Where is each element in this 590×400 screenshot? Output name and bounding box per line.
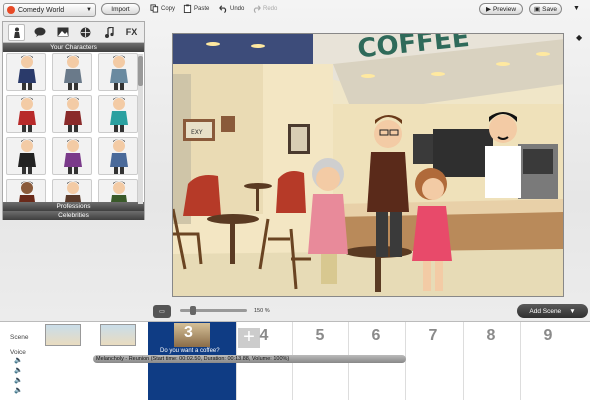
character-thumbnail[interactable] <box>98 95 138 133</box>
scene-number[interactable]: 5 <box>292 327 348 345</box>
speaker-icon: 🔈 <box>14 367 23 374</box>
zoom-slider[interactable] <box>180 306 247 315</box>
camera-button[interactable]: ▭ <box>153 305 171 318</box>
scene-number-selected: 3 <box>184 324 193 341</box>
character-icon[interactable] <box>8 23 25 41</box>
voice-row-label: Voice <box>10 349 26 356</box>
paste-icon <box>183 4 192 13</box>
prop-icon[interactable] <box>77 24 94 41</box>
character-figure-icon <box>65 181 81 202</box>
copy-button[interactable]: Copy <box>150 4 175 13</box>
character-figure-icon <box>64 55 82 90</box>
camera-icon: ▭ <box>159 309 165 315</box>
speaker-icon: 🔈 <box>14 387 23 394</box>
character-thumbnail[interactable] <box>52 95 92 133</box>
add-scene-label: Add Scene <box>529 307 562 315</box>
redo-icon <box>253 5 261 13</box>
undo-button[interactable]: Undo <box>219 4 244 13</box>
character-figure-icon <box>64 97 82 132</box>
character-thumbnail[interactable] <box>98 53 138 91</box>
preview-label: Preview <box>492 5 517 13</box>
coffee-shop-scene: COFFEE EXY <box>173 34 563 296</box>
character-thumbnail[interactable] <box>6 53 46 91</box>
character-thumbnail[interactable] <box>52 53 92 91</box>
speaker-icon: 🔈 <box>14 357 23 364</box>
character-figure-icon <box>18 55 36 90</box>
character-thumbnail[interactable] <box>98 179 138 202</box>
your-characters-header[interactable]: Your Characters <box>3 43 144 52</box>
redo-button[interactable]: Redo <box>252 4 277 13</box>
chevron-down-icon: ▼ <box>569 307 576 315</box>
copy-icon <box>150 4 159 13</box>
character-thumbnail[interactable] <box>6 137 46 175</box>
character-figure-icon <box>18 139 36 174</box>
paste-label: Paste <box>194 5 210 12</box>
import-button-label: Import <box>111 5 130 13</box>
save-label: Save <box>542 5 557 13</box>
character-figure-icon <box>64 139 82 174</box>
effects-icon[interactable]: FX <box>123 24 140 41</box>
scene-stage[interactable]: COFFEE EXY <box>172 33 564 297</box>
menu-chevron-icon[interactable]: ▼ <box>573 5 580 12</box>
category-tabs: FX <box>3 22 144 43</box>
zoom-slider-knob[interactable] <box>190 306 196 315</box>
music-note-icon[interactable] <box>100 24 117 41</box>
theme-select[interactable]: Comedy World ▼ <box>3 3 96 17</box>
redo-label: Redo <box>263 5 278 12</box>
speaker-icon: 🔈 <box>14 377 23 384</box>
import-button[interactable]: Import <box>101 3 140 15</box>
speech-bubble-icon[interactable] <box>31 24 48 41</box>
add-scene-button[interactable]: Add Scene ▼ <box>517 304 588 318</box>
scene-number[interactable]: 6 <box>348 327 404 345</box>
asset-panel: FX Your Characters Professions Celebriti… <box>2 21 145 220</box>
paste-button[interactable]: Paste <box>183 4 209 13</box>
undo-label: Undo <box>230 5 245 12</box>
character-thumbnail[interactable] <box>52 179 92 202</box>
zoom-level: 150 % <box>254 308 270 314</box>
scene-row-label: Scene <box>10 334 29 341</box>
character-thumbnail[interactable] <box>52 137 92 175</box>
undo-icon <box>219 5 227 13</box>
top-toolbar: Comedy World ▼ Import Copy Paste Undo Re… <box>0 0 590 19</box>
dialog-caption: Do you want a coffee? <box>160 348 220 354</box>
save-button[interactable]: ▣ Save <box>529 3 562 15</box>
theme-logo-icon <box>7 6 15 14</box>
wall-frame-text: EXY <box>191 129 203 136</box>
scene-number[interactable]: 9 <box>520 327 576 345</box>
character-thumbnail[interactable] <box>6 95 46 133</box>
background-icon[interactable] <box>54 24 71 41</box>
character-figure-icon <box>19 181 35 202</box>
copy-label: Copy <box>161 5 176 12</box>
disk-icon: ▣ <box>534 6 541 13</box>
character-figure-icon <box>111 181 127 202</box>
celebrities-header[interactable]: Celebrities <box>3 211 144 220</box>
scene-number[interactable]: 7 <box>405 327 461 345</box>
character-figure-icon <box>18 97 36 132</box>
theme-select-label: Comedy World <box>18 6 65 14</box>
character-grid <box>3 52 144 202</box>
professions-header[interactable]: Professions <box>3 202 144 211</box>
play-icon: ▶ <box>485 6 491 13</box>
scene-thumbnail-1[interactable] <box>45 324 81 346</box>
character-scrollbar[interactable] <box>138 54 143 204</box>
camera-settings-icon[interactable]: ◆ <box>576 33 582 42</box>
character-figure-icon <box>110 139 128 174</box>
preview-button[interactable]: ▶ Preview <box>479 3 523 15</box>
character-thumbnail[interactable] <box>6 179 46 202</box>
scene-number[interactable]: 8 <box>463 327 519 345</box>
character-thumbnail[interactable] <box>98 137 138 175</box>
chevron-down-icon: ▼ <box>86 7 92 13</box>
character-figure-icon <box>110 97 128 132</box>
audio-clip-bar[interactable]: Melancholy - Reunion (Start time: 00:02.… <box>93 355 406 363</box>
character-barista[interactable] <box>485 112 521 198</box>
scene-thumbnail-2[interactable] <box>100 324 136 346</box>
scene-number[interactable]: 4 <box>236 327 292 345</box>
timeline: Scene Voice 🔈 🔈 🔈 🔈 3 + Do you want a co… <box>0 321 590 400</box>
character-figure-icon <box>110 55 128 90</box>
